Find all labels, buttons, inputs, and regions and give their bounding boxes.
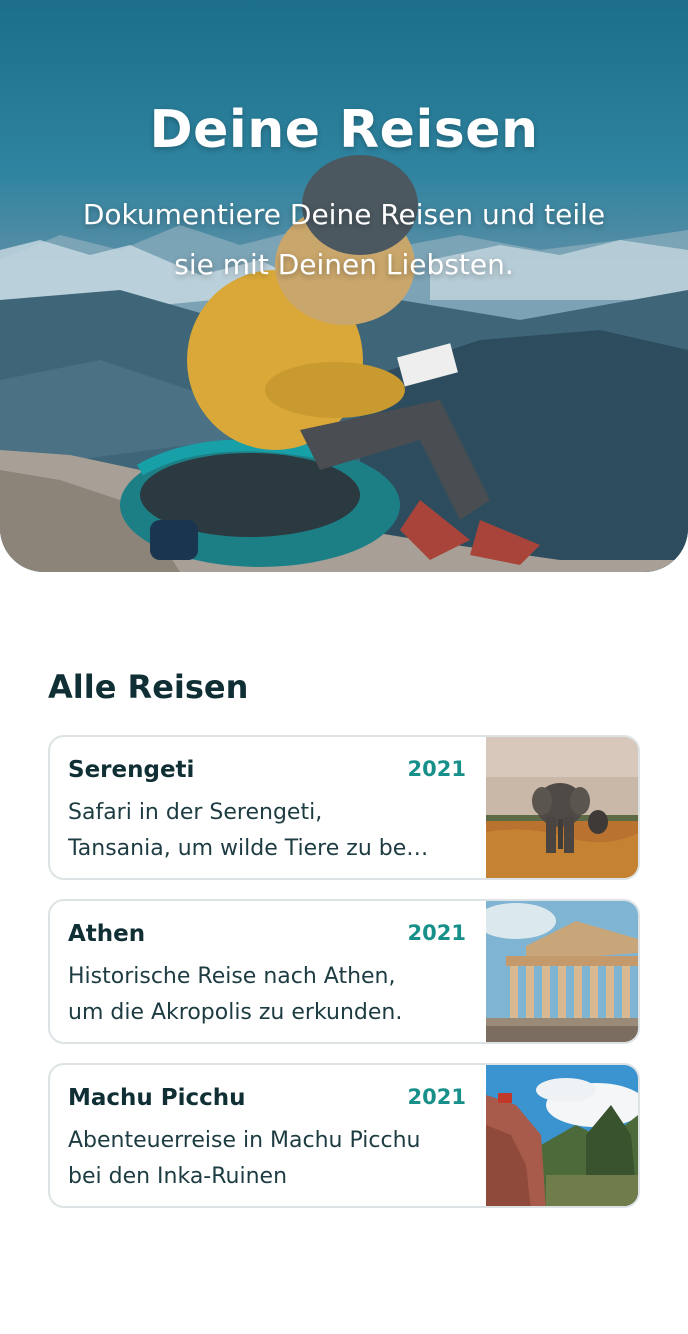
trip-year: 2021 <box>407 757 466 781</box>
section-title: Alle Reisen <box>48 668 249 706</box>
trip-description-line: bei den Inka-Ruinen <box>68 1164 288 1189</box>
page-subtitle: Dokumentiere Deine Reisen und teile sie … <box>60 190 628 290</box>
trip-description: Historische Reise nach Athen, um die Akr… <box>68 959 468 1031</box>
trip-name: Machu Picchu <box>68 1085 246 1111</box>
trip-description-line: Safari in der Serengeti, <box>68 800 323 825</box>
trip-description: Safari in der Serengeti, Tansania, um wi… <box>68 795 468 867</box>
trip-year: 2021 <box>407 921 466 945</box>
trip-description-line: Abenteuerreise in Machu Picchu <box>68 1128 421 1153</box>
page-title: Deine Reisen <box>149 100 539 160</box>
subtitle-line: Dokumentiere Deine Reisen und teile <box>82 198 606 231</box>
hero-banner: Deine Reisen Dokumentiere Deine Reisen u… <box>0 0 688 572</box>
trip-description-line: um die Akropolis zu erkunden. <box>68 1000 403 1025</box>
parthenon-photo <box>486 901 638 1042</box>
trip-year: 2021 <box>407 1085 466 1109</box>
trip-description-line: Historische Reise nach Athen, <box>68 964 396 989</box>
trip-name: Athen <box>68 921 146 947</box>
machu-picchu-photo <box>486 1065 638 1206</box>
trip-card-athen[interactable]: Athen 2021 Historische Reise nach Athen,… <box>48 899 640 1044</box>
subtitle-line: sie mit Deinen Liebsten. <box>174 248 514 281</box>
trip-description: Abenteuerreise in Machu Picchu bei den I… <box>68 1123 468 1195</box>
elephant-photo <box>486 737 638 878</box>
trip-card-machu-picchu[interactable]: Machu Picchu 2021 Abenteuerreise in Mach… <box>48 1063 640 1208</box>
trip-description-line: Tansania, um wilde Tiere zu be… <box>68 836 429 861</box>
trip-name: Serengeti <box>68 757 195 783</box>
trip-card-serengeti[interactable]: Serengeti 2021 Safari in der Serengeti, … <box>48 735 640 880</box>
